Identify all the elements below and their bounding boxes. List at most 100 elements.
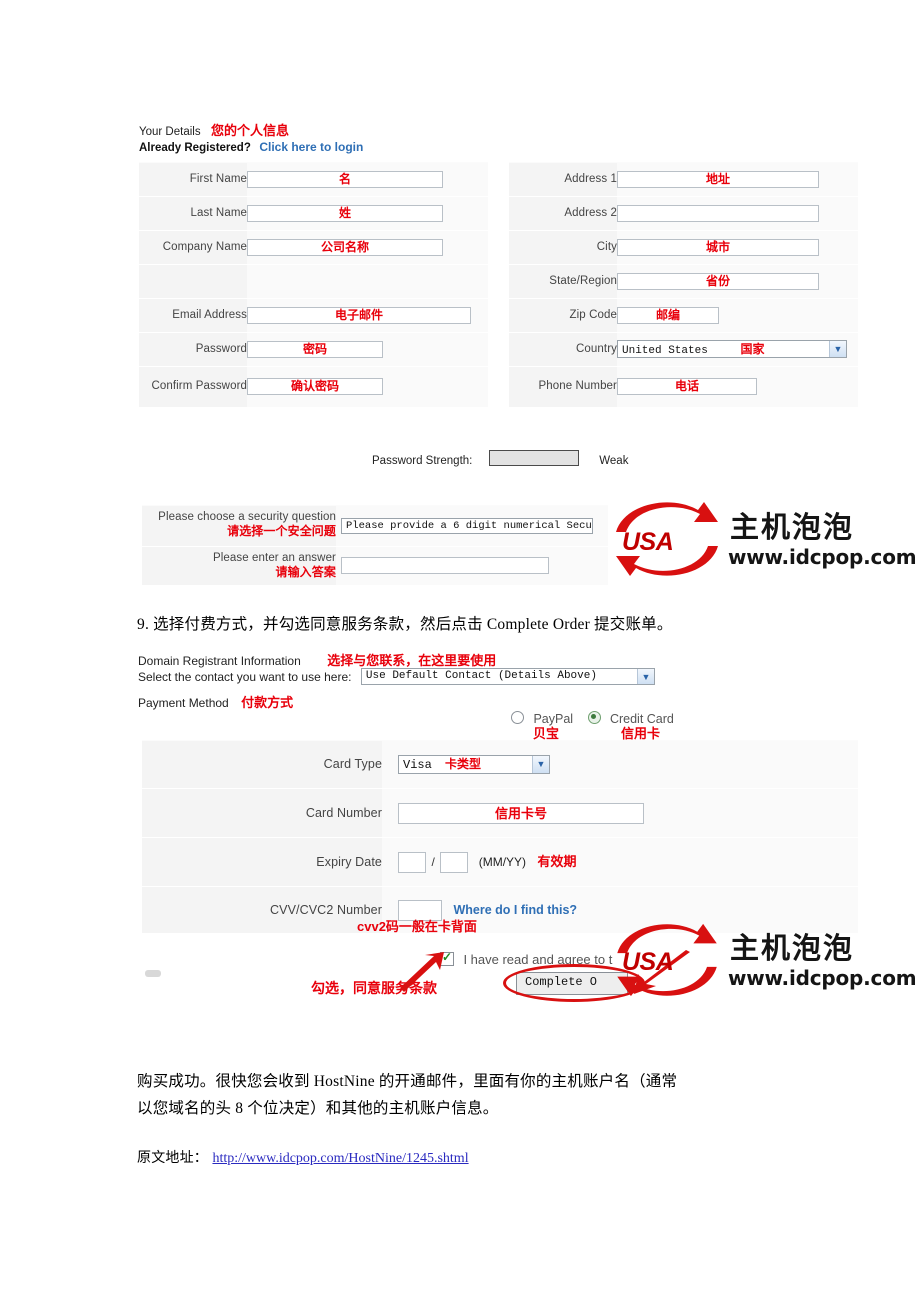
- security-question-label: Please choose a security question: [158, 511, 336, 524]
- watermark-logo-top: USA 主机泡泡 www.idcpop.com: [608, 498, 917, 580]
- table-row: Email Address 电子邮件: [139, 298, 488, 333]
- registrant-title: Domain Registrant Information: [138, 654, 301, 668]
- table-row: Address 1 地址: [509, 162, 858, 197]
- security-answer-annotation: 请输入答案: [275, 564, 336, 579]
- your-details-right-table: Address 1 地址 Address 2 City 城市 State/Reg…: [509, 162, 858, 408]
- last-name-label: Last Name: [190, 206, 247, 219]
- country-label: Country: [576, 342, 617, 355]
- company-name-input[interactable]: 公司名称: [247, 238, 443, 256]
- last-name-input[interactable]: 姓: [247, 204, 443, 222]
- expiry-format-hint: (MM/YY): [478, 855, 527, 870]
- your-details-heading: Your Details 您的个人信息: [139, 120, 289, 140]
- state-region-label: State/Region: [549, 274, 617, 287]
- card-number-label: Card Number: [305, 805, 382, 820]
- your-details-left-table: First Name 名 Last Name 姓 Company Name 公司…: [139, 162, 488, 408]
- table-row: Card Type Visa 卡类型 ▼: [142, 740, 858, 789]
- expiry-year-input[interactable]: [440, 851, 469, 873]
- paypal-radio[interactable]: [511, 711, 524, 724]
- card-type-annotation: 卡类型: [445, 757, 482, 771]
- address1-label: Address 1: [564, 172, 617, 185]
- chevron-down-icon[interactable]: ▼: [532, 756, 549, 773]
- city-label: City: [596, 240, 617, 253]
- payment-method-row: Payment Method 付款方式: [138, 692, 293, 712]
- password-strength-value: Weak: [599, 455, 629, 467]
- table-row: State/Region 省份: [509, 264, 858, 299]
- registrant-title-row: Domain Registrant Information 选择与您联系，在这里…: [138, 650, 496, 670]
- email-address-label: Email Address: [172, 308, 247, 321]
- closing-paragraph-line2: 以您域名的头 8 个位决定）和其他的主机账户信息。: [137, 1100, 499, 1117]
- form-bottom-stub: [145, 970, 161, 977]
- registrant-title-annotation: 选择与您联系，在这里要使用: [327, 653, 497, 668]
- password-input[interactable]: 密码: [247, 340, 383, 358]
- watermark-usa-text: USA: [622, 528, 674, 556]
- already-registered-label: Already Registered?: [139, 142, 251, 154]
- closing-paragraph-line1: 购买成功。很快您会收到 HostNine 的开通邮件，里面有你的主机账户名（通常: [137, 1073, 678, 1090]
- contact-select[interactable]: Use Default Contact (Details Above) ▼: [360, 668, 655, 686]
- phone-number-label: Phone Number: [538, 380, 617, 393]
- phone-number-input[interactable]: 电话: [617, 378, 757, 396]
- table-row: Last Name 姓: [139, 196, 488, 231]
- country-annotation: 国家: [740, 342, 765, 357]
- expiry-date-annotation: 有效期: [537, 854, 577, 870]
- table-row: First Name 名: [139, 162, 488, 197]
- security-question-table: Please choose a security question 请选择一个安…: [142, 505, 608, 586]
- chevron-down-icon[interactable]: ▼: [636, 669, 654, 685]
- table-row: Address 2: [509, 196, 858, 231]
- security-question-value: Please provide a 6 digit numerical Secur…: [346, 519, 593, 532]
- table-row: [139, 264, 488, 299]
- expiry-separator: /: [431, 855, 435, 870]
- table-row: Expiry Date / (MM/YY) 有效期: [142, 837, 858, 887]
- first-name-label: First Name: [189, 172, 247, 185]
- confirm-password-input[interactable]: 确认密码: [247, 378, 383, 396]
- chevron-down-icon[interactable]: ▼: [829, 341, 846, 358]
- source-url-link[interactable]: http://www.idcpop.com/HostNine/1245.shtm…: [212, 1151, 468, 1166]
- security-answer-input[interactable]: [341, 557, 549, 575]
- step9-instruction: 9. 选择付费方式，并勾选同意服务条款，然后点击 Complete Order …: [137, 616, 673, 633]
- expiry-month-input[interactable]: [398, 851, 426, 873]
- expiry-date-label: Expiry Date: [316, 854, 382, 869]
- table-row: City 城市: [509, 230, 858, 265]
- payment-method-label: Payment Method: [138, 696, 229, 710]
- security-question-select[interactable]: Please provide a 6 digit numerical Secur…: [341, 517, 593, 534]
- watermark-brand-text: 主机泡泡: [730, 931, 855, 965]
- password-label: Password: [195, 342, 247, 355]
- spacer-cell: [247, 264, 488, 299]
- password-strength-meter: [488, 450, 579, 466]
- security-answer-label: Please enter an answer: [212, 552, 336, 565]
- watermark-site-text: www.idcpop.com: [728, 966, 917, 990]
- table-row: Company Name 公司名称: [139, 230, 488, 265]
- your-details-annotation: 您的个人信息: [211, 123, 290, 138]
- confirm-password-label: Confirm Password: [151, 380, 247, 393]
- login-link[interactable]: Click here to login: [259, 140, 363, 154]
- table-row: Confirm Password 确认密码: [139, 366, 488, 408]
- card-type-value: Visa: [403, 758, 432, 772]
- source-label: 原文地址：: [137, 1151, 208, 1166]
- arrow-to-checkbox-icon: [400, 952, 444, 992]
- table-row: Zip Code 邮编: [509, 298, 858, 333]
- state-region-input[interactable]: 省份: [617, 272, 819, 290]
- credit-card-table: Card Type Visa 卡类型 ▼ Card Number 信用卡号 Ex…: [142, 740, 858, 934]
- card-number-input[interactable]: 信用卡号: [398, 802, 644, 824]
- contact-select-label: Select the contact you want to use here:: [138, 670, 352, 684]
- password-strength-label: Password Strength:: [372, 455, 473, 467]
- table-row: Country United States 国家 ▼: [509, 332, 858, 367]
- your-details-label: Your Details: [139, 126, 201, 138]
- card-type-select[interactable]: Visa 卡类型 ▼: [398, 755, 550, 774]
- credit-card-radio[interactable]: [587, 711, 601, 724]
- source-row: 原文地址： http://www.idcpop.com/HostNine/124…: [137, 1145, 469, 1172]
- zip-code-input[interactable]: 邮编: [617, 306, 719, 324]
- address2-input[interactable]: [617, 204, 819, 222]
- first-name-input[interactable]: 名: [247, 170, 443, 188]
- address1-input[interactable]: 地址: [617, 170, 819, 188]
- security-question-annotation: 请选择一个安全问题: [227, 523, 336, 538]
- table-row: Password 密码: [139, 332, 488, 367]
- company-name-label: Company Name: [162, 240, 247, 253]
- watermark-logo-bottom: USA 主机泡泡 www.idcpop.com: [608, 920, 917, 1000]
- table-row: Card Number 信用卡号: [142, 788, 858, 838]
- card-type-label: Card Type: [323, 757, 382, 772]
- country-select-value: United States: [622, 345, 708, 358]
- email-address-input[interactable]: 电子邮件: [247, 306, 471, 324]
- already-registered-line: Already Registered? Click here to login: [139, 138, 363, 156]
- country-select[interactable]: United States 国家 ▼: [617, 340, 847, 359]
- city-input[interactable]: 城市: [617, 238, 819, 256]
